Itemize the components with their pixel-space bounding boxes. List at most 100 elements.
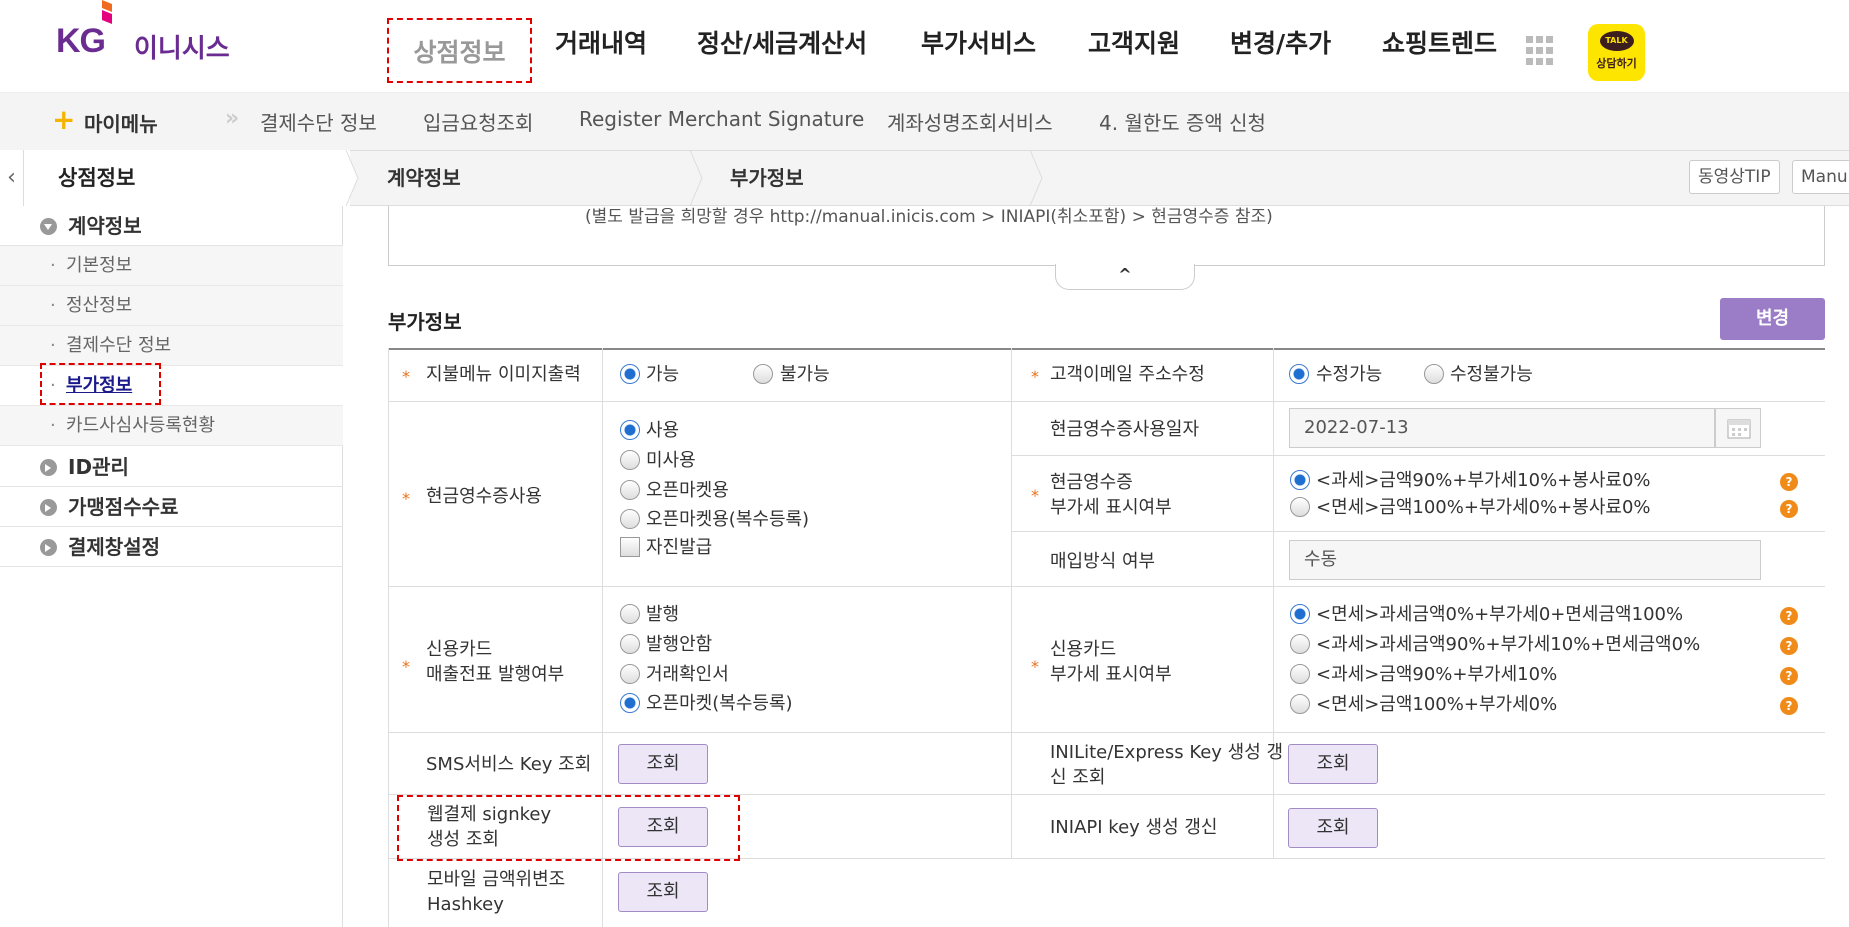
required-icon: * [402, 367, 410, 386]
gnb-shopping-trend[interactable]: 쇼핑트렌드 [1382, 18, 1497, 70]
all-menu-grid-icon[interactable] [1526, 36, 1554, 68]
help-icon[interactable]: ? [1780, 637, 1798, 655]
gnb-settlement[interactable]: 정산/세금계산서 [697, 18, 867, 70]
help-icon[interactable]: ? [1780, 607, 1798, 625]
inilite-key-lookup-button[interactable]: 조회 [1288, 744, 1378, 784]
logo-kg: KG [56, 22, 106, 60]
sidebar-group-payment-window[interactable]: 결제창설정 [0, 527, 343, 567]
sms-key-lookup-button[interactable]: 조회 [618, 744, 708, 784]
self-issue-checkbox[interactable] [620, 537, 640, 557]
mymenu-item-deposit-request[interactable]: 입금요청조회 [423, 107, 533, 136]
double-chevron-icon: » [225, 106, 240, 131]
sidebar-item-card-review[interactable]: 카드사심사등록현황 [0, 406, 343, 446]
sidebar-item-settlement-info[interactable]: 정산정보 [0, 286, 343, 326]
required-icon: * [402, 657, 410, 676]
radio-label: <면세>금액100%+부가세0%+봉사료0% [1316, 497, 1651, 518]
row-divider [388, 586, 1825, 587]
chevron-left-icon[interactable]: ‹ [0, 150, 24, 206]
logo-name: 이니시스 [134, 34, 230, 64]
gnb-addon-services[interactable]: 부가서비스 [921, 18, 1036, 70]
collapse-icon [40, 218, 57, 235]
email-radio-not-editable[interactable] [1424, 364, 1444, 384]
hashkey-label-1: 모바일 금액위변조 [427, 869, 566, 890]
pay-image-radio-no[interactable] [753, 364, 773, 384]
calendar-icon [1727, 419, 1751, 439]
col-divider [1273, 348, 1274, 858]
inicis-logo[interactable]: KG 이니시스 [56, 0, 246, 70]
row-divider [1011, 531, 1825, 532]
col-divider [1011, 348, 1012, 858]
tab-additional-info[interactable]: 부가정보 [730, 150, 804, 206]
cash-use-radio-openmarket-multi[interactable] [620, 509, 640, 529]
sidebar-group-contract[interactable]: 계약정보 [0, 206, 343, 246]
tab-divider-icon [1030, 150, 1043, 206]
email-edit-label: 고객이메일 주소수정 [1050, 364, 1205, 385]
sidebar-item-payment-method[interactable]: 결제수단 정보 [0, 326, 343, 366]
radio-label: <과세>금액90%+부가세10% [1316, 664, 1558, 685]
card-vat-radio-2[interactable] [1290, 634, 1310, 654]
card-vat-radio-1[interactable] [1290, 604, 1310, 624]
manual-button[interactable]: Manu [1792, 160, 1849, 194]
video-tip-button[interactable]: 동영상TIP [1689, 160, 1780, 194]
tab-contract-info[interactable]: 계약정보 [387, 150, 461, 206]
email-radio-editable[interactable] [1289, 364, 1309, 384]
tab-store-info[interactable]: 상점정보 [24, 150, 350, 206]
plus-icon: + [52, 103, 76, 136]
tab-divider-icon [346, 150, 359, 206]
mymenu-item-register-signature[interactable]: Register Merchant Signature [579, 107, 864, 131]
required-icon: * [402, 489, 410, 508]
col-divider [388, 348, 389, 927]
card-slip-radio-no-issue[interactable] [620, 634, 640, 654]
inilite-key-label-2: 신 조회 [1050, 767, 1106, 788]
cash-use-radio-none[interactable] [620, 450, 640, 470]
radio-label: 오픈마켓용(복수등록) [646, 509, 810, 530]
mymenu-label[interactable]: 마이메뉴 [84, 108, 158, 137]
iniapi-key-lookup-button[interactable]: 조회 [1288, 808, 1378, 848]
calendar-button[interactable] [1715, 408, 1761, 448]
card-slip-radio-issue[interactable] [620, 604, 640, 624]
sidebar-item-basic-info[interactable]: 기본정보 [0, 246, 343, 286]
talk-bubble-icon: TALK [1599, 31, 1634, 51]
cash-date-input[interactable]: 2022-07-13 [1289, 408, 1715, 448]
row-divider [1011, 455, 1825, 456]
cash-vat-radio-exempt[interactable] [1290, 497, 1310, 517]
help-icon[interactable]: ? [1780, 500, 1798, 518]
change-button[interactable]: 변경 [1720, 298, 1825, 340]
mymenu-item-payment-method[interactable]: 결제수단 정보 [260, 107, 377, 136]
help-icon[interactable]: ? [1780, 667, 1798, 685]
collapse-toggle-icon[interactable]: ^ [1055, 264, 1195, 290]
radio-label: 수정가능 [1316, 364, 1383, 385]
hashkey-lookup-button[interactable]: 조회 [618, 872, 708, 912]
card-vat-radio-4[interactable] [1290, 694, 1310, 714]
highlight-box [40, 363, 161, 405]
mymenu-item-account-name[interactable]: 계좌성명조회서비스 [887, 107, 1053, 136]
sidebar-group-id[interactable]: ID관리 [0, 447, 343, 487]
help-icon[interactable]: ? [1780, 473, 1798, 491]
cash-use-radio-use[interactable] [620, 420, 640, 440]
mymenu-item-limit-increase[interactable]: 4. 월한도 증액 신청 [1099, 107, 1266, 136]
purchase-method-value: 수동 [1289, 540, 1761, 580]
radio-label: 가능 [646, 364, 680, 385]
sms-key-label: SMS서비스 Key 조회 [426, 754, 592, 775]
inilite-key-label-1: INILite/Express Key 생성 갱 [1050, 742, 1284, 763]
card-slip-label-1: 신용카드 [426, 639, 493, 660]
gnb-transactions[interactable]: 거래내역 [555, 18, 647, 70]
gnb-store-info[interactable]: 상점정보 [387, 18, 532, 83]
sidebar-group-fees[interactable]: 가맹점수수료 [0, 487, 343, 527]
section-title: 부가정보 [388, 310, 462, 334]
radio-label: 오픈마켓(복수등록) [646, 693, 793, 714]
kakao-talk-consult-button[interactable]: TALK 상담하기 [1588, 24, 1645, 81]
signkey-label-1: 웹결제 signkey [427, 804, 552, 825]
card-vat-radio-3[interactable] [1290, 664, 1310, 684]
cash-vat-radio-taxed[interactable] [1290, 470, 1310, 490]
card-slip-radio-confirm[interactable] [620, 664, 640, 684]
gnb-support[interactable]: 고객지원 [1088, 18, 1180, 70]
card-slip-radio-openmarket[interactable] [620, 693, 640, 713]
sidebar-group-label: 계약정보 [68, 214, 142, 238]
pay-image-radio-yes[interactable] [620, 364, 640, 384]
help-icon[interactable]: ? [1780, 697, 1798, 715]
gnb-change-add[interactable]: 변경/추가 [1230, 18, 1331, 70]
cash-vat-label-1: 현금영수증 [1050, 472, 1133, 493]
signkey-lookup-button[interactable]: 조회 [618, 807, 708, 847]
cash-use-radio-openmarket[interactable] [620, 480, 640, 500]
